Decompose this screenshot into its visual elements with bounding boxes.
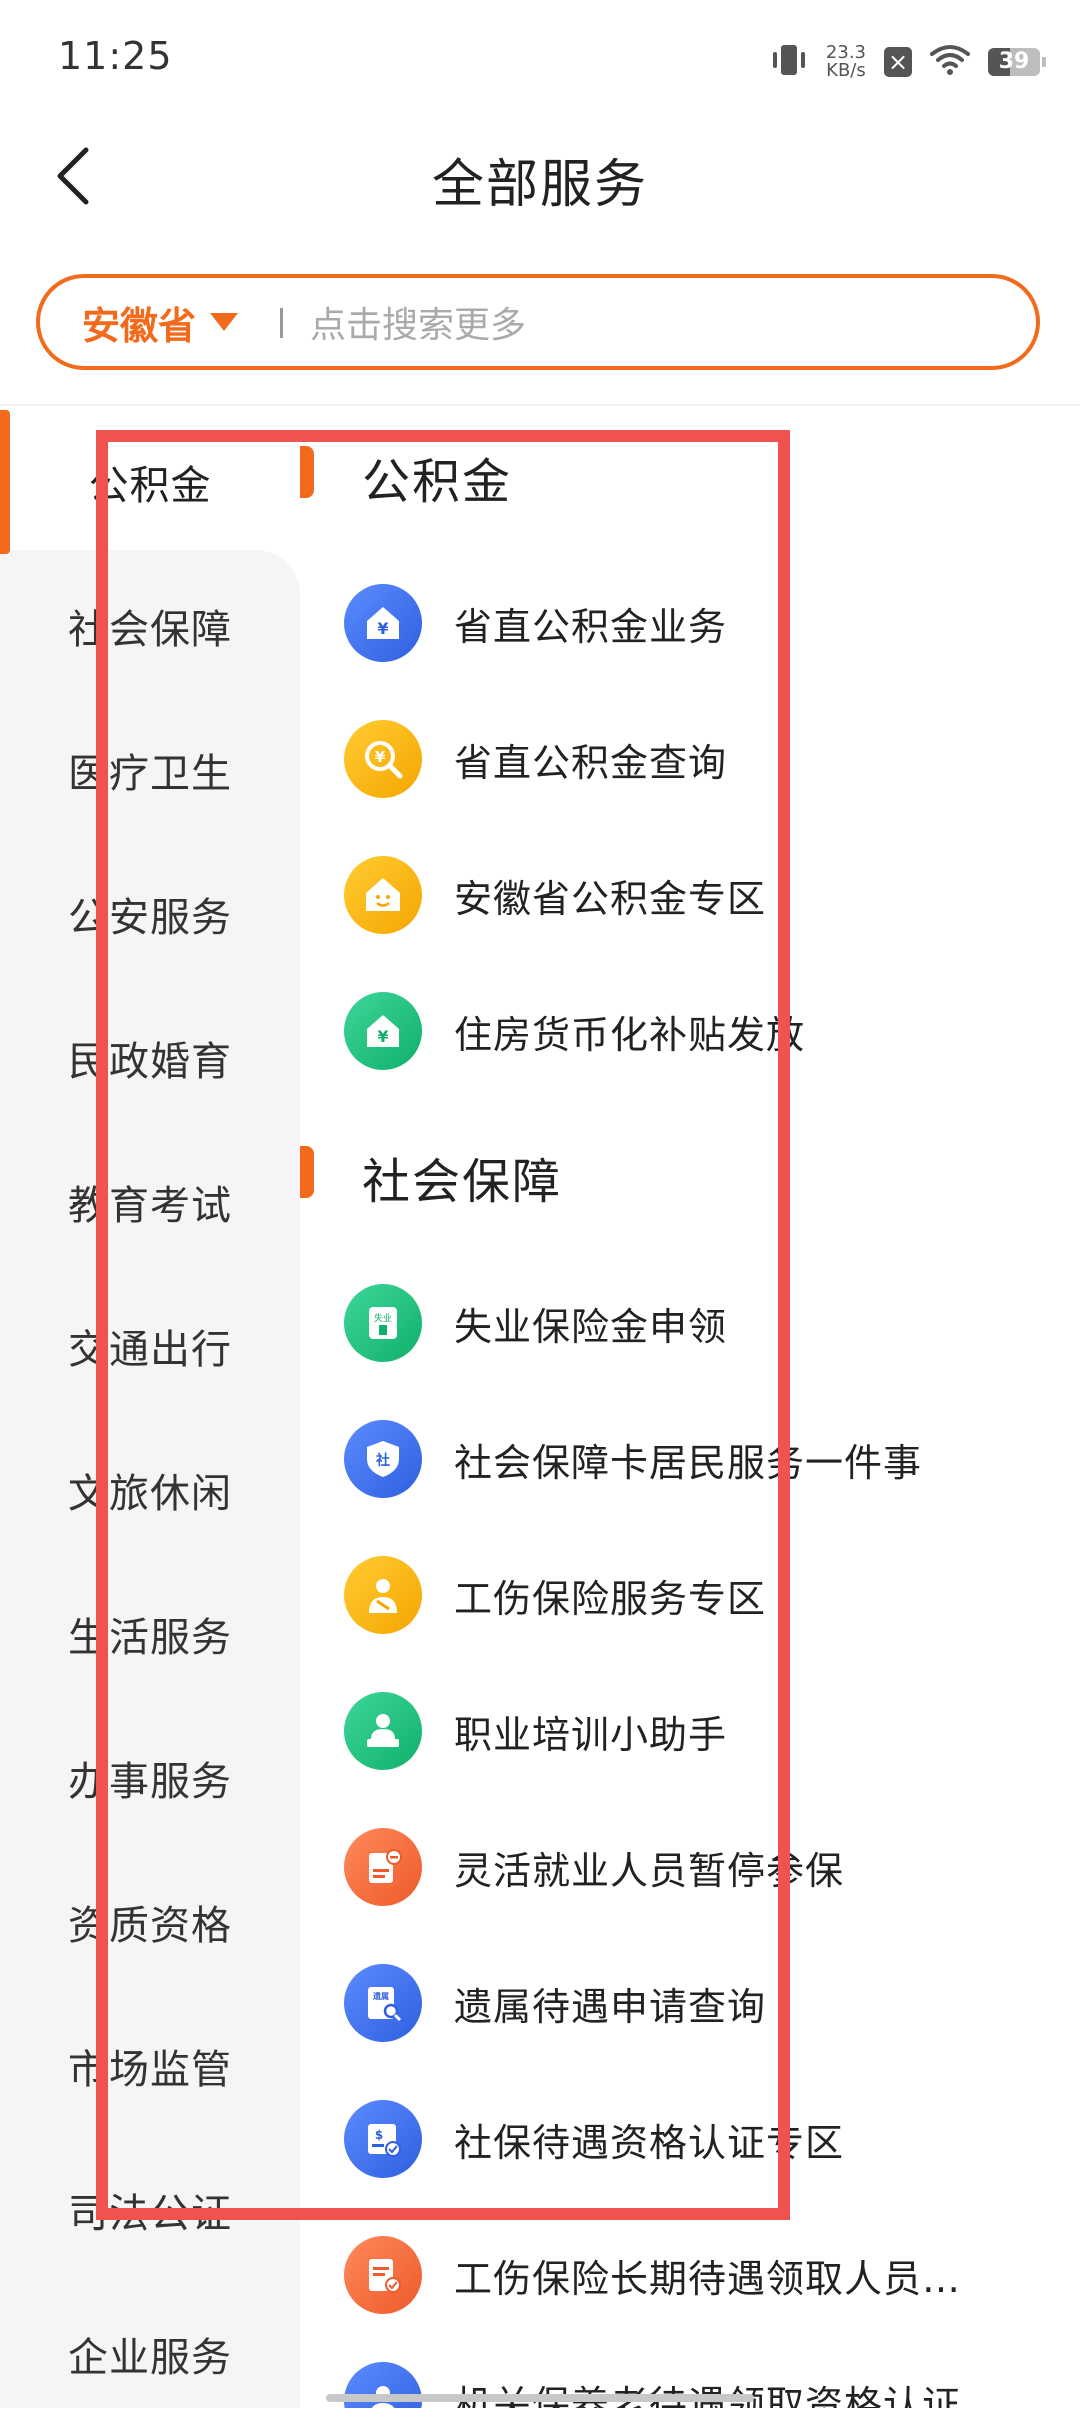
sidebar-item-police[interactable]: 公安服务: [0, 842, 300, 986]
section-title-housing-fund: 公积金: [362, 454, 513, 510]
section-marker: [300, 1146, 314, 1198]
service-item[interactable]: $ 社保待遇资格认证专区: [344, 2094, 1064, 2184]
service-label: 灵活就业人员暂停参保: [454, 1848, 845, 1893]
province-selector[interactable]: 安徽省: [82, 278, 239, 366]
service-label: 机关保养老待遇领取资格认证: [454, 2374, 961, 2409]
sidebar-item-medical[interactable]: 医疗卫生: [0, 698, 300, 842]
pause-document-icon: [344, 1828, 422, 1906]
net-speed-unit: KB/s: [826, 60, 866, 81]
svg-text:¥: ¥: [377, 619, 388, 638]
service-item[interactable]: ¥ 省直公积金查询: [344, 714, 1064, 804]
service-item[interactable]: 工伤保险长期待遇领取人员资…: [344, 2230, 1064, 2320]
shield-icon-glyph: 社: [375, 1452, 390, 1469]
sidebar-item-enterprise[interactable]: 企业服务: [0, 2282, 300, 2426]
service-label: 省直公积金查询: [454, 740, 728, 785]
sidebar-item-social-security[interactable]: 社会保障: [0, 554, 300, 698]
sidebar-item-judicial-notary[interactable]: 司法公证: [0, 2138, 300, 2282]
sidebar-item-housing-fund[interactable]: 公积金: [0, 410, 300, 554]
sidebar-item-civil-affairs[interactable]: 民政婚育: [0, 986, 300, 1130]
shield-icon: 社: [344, 1420, 422, 1498]
service-label: 社会保障卡居民服务一件事: [454, 1440, 923, 1485]
battery-level: 39: [998, 49, 1030, 74]
service-item[interactable]: 职业培训小助手: [344, 1686, 1064, 1776]
service-label: 住房货币化补贴发放: [454, 1012, 806, 1057]
status-bar: 11:25 23.3 KB/s × 39: [0, 0, 1080, 128]
svg-text:¥: ¥: [375, 748, 386, 766]
page-title: 全部服务: [431, 155, 648, 215]
service-item[interactable]: 灵活就业人员暂停参保: [344, 1822, 1064, 1912]
unemployment-icon: 失业: [344, 1284, 422, 1362]
sidebar-item-affairs[interactable]: 办事服务: [0, 1706, 300, 1850]
search-bar: 安徽省 点击搜索更多: [36, 274, 1040, 370]
document-search-icon: 遗属: [344, 1964, 422, 2042]
lecturer-icon: [344, 1692, 422, 1770]
service-item[interactable]: 失业 失业保险金申领: [344, 1278, 1064, 1368]
section-marker: [300, 446, 314, 498]
service-item[interactable]: 安徽省公积金专区: [344, 850, 1064, 940]
category-sidebar: 公积金 社会保障 医疗卫生 公安服务 民政婚育 教育考试 交通出行 文旅休闲 生…: [0, 406, 300, 2408]
service-label: 工伤保险长期待遇领取人员资…: [454, 2256, 994, 2301]
home-indicator: [326, 2394, 754, 2402]
sidebar-item-market-supervision[interactable]: 市场监管: [0, 1994, 300, 2138]
wifi-icon: [930, 44, 970, 80]
header: 全部服务: [0, 128, 1080, 228]
house-yen-icon: ¥: [344, 992, 422, 1070]
service-item[interactable]: 遗属 遗属待遇申请查询: [344, 1958, 1064, 2048]
service-label: 职业培训小助手: [454, 1712, 728, 1757]
sidebar-item-transport[interactable]: 交通出行: [0, 1274, 300, 1418]
service-item[interactable]: 工伤保险服务专区: [344, 1550, 1064, 1640]
document-search-icon-glyph: 遗属: [372, 1991, 389, 2001]
sidebar-item-qualifications[interactable]: 资质资格: [0, 1850, 300, 1994]
status-icons: 23.3 KB/s × 39: [770, 38, 1046, 86]
svg-text:$: $: [375, 2128, 383, 2142]
injured-person-icon: [344, 1556, 422, 1634]
service-item[interactable]: ¥ 住房货币化补贴发放: [344, 986, 1064, 1076]
service-label: 安徽省公积金专区: [454, 876, 767, 921]
unemployment-icon-glyph: 失业: [374, 1312, 392, 1324]
battery-icon: 39: [988, 48, 1046, 76]
service-label: 失业保险金申领: [454, 1304, 728, 1349]
house-yen-icon: ¥: [344, 584, 422, 662]
search-input[interactable]: 点击搜索更多: [310, 278, 526, 366]
service-item[interactable]: 社 社会保障卡居民服务一件事: [344, 1414, 1064, 1504]
sidebar-item-culture-tourism[interactable]: 文旅休闲: [0, 1418, 300, 1562]
service-label: 遗属待遇申请查询: [454, 1984, 767, 2029]
sidebar-item-education[interactable]: 教育考试: [0, 1130, 300, 1274]
smiling-house-icon: [344, 856, 422, 934]
service-item[interactable]: ¥ 省直公积金业务: [344, 578, 1064, 668]
net-speed: 23.3 KB/s: [826, 44, 866, 80]
close-box-icon: ×: [884, 47, 912, 77]
check-document-icon: [344, 2236, 422, 2314]
svg-text:¥: ¥: [377, 1027, 388, 1046]
sidebar-item-life-services[interactable]: 生活服务: [0, 1562, 300, 1706]
province-label: 安徽省: [82, 303, 197, 348]
vibrate-icon: [770, 42, 808, 82]
section-title-social-security: 社会保障: [362, 1154, 563, 1210]
status-time: 11:25: [58, 34, 173, 78]
search-yen-icon: ¥: [344, 720, 422, 798]
service-label: 社保待遇资格认证专区: [454, 2120, 845, 2165]
verified-card-icon: $: [344, 2100, 422, 2178]
caret-down-icon: [210, 313, 239, 331]
service-label: 工伤保险服务专区: [454, 1576, 767, 1621]
service-label: 省直公积金业务: [454, 604, 728, 649]
service-list: 公积金 ¥ 省直公积金业务 ¥ 省直公积金查询 安徽省公积金专区 ¥ 住房货币化…: [300, 406, 1080, 2408]
search-divider: [280, 308, 283, 338]
